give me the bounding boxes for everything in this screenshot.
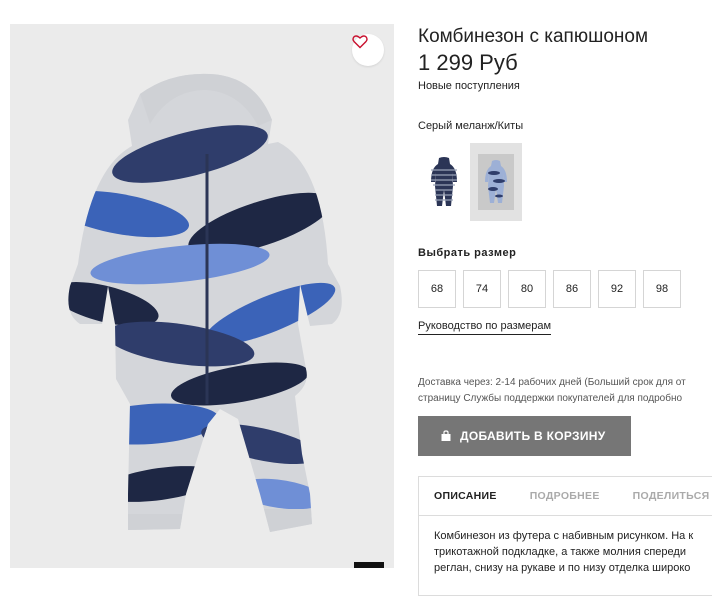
size-option-80[interactable]: 80 xyxy=(508,270,546,308)
description-line: Комбинезон из футера с набивным рисунком… xyxy=(434,530,694,542)
swatch-whale-print[interactable] xyxy=(470,143,522,221)
size-selector-label: Выбрать размер xyxy=(418,247,517,259)
delivery-line-2: страницу Службы поддержки покупателей дл… xyxy=(418,393,683,404)
product-description: Комбинезон из футера с набивным рисунком… xyxy=(434,528,693,576)
swatch-striped-navy[interactable] xyxy=(418,143,470,221)
size-option-98[interactable]: 98 xyxy=(643,270,681,308)
color-name: Серый меланж/Киты xyxy=(418,120,524,132)
add-to-cart-label: ДОБАВИТЬ В КОРЗИНУ xyxy=(460,429,606,443)
add-to-cart-button[interactable]: ДОБАВИТЬ В КОРЗИНУ xyxy=(418,416,631,456)
size-option-92[interactable]: 92 xyxy=(598,270,636,308)
size-option-68[interactable]: 68 xyxy=(418,270,456,308)
favorite-button[interactable] xyxy=(352,34,384,66)
tab-divider xyxy=(419,515,712,516)
delivery-info: Доставка через: 2-14 рабочих дней (Больш… xyxy=(418,375,712,407)
product-details-panel: ОПИСАНИЕ ПОДРОБНЕЕ ПОДЕЛИТЬСЯ Комбинезон… xyxy=(418,476,712,596)
color-swatches xyxy=(418,143,522,221)
size-options: 68 74 80 86 92 98 xyxy=(418,270,681,308)
detail-tabs: ОПИСАНИЕ ПОДРОБНЕЕ ПОДЕЛИТЬСЯ xyxy=(434,490,712,502)
shopping-bag-icon xyxy=(440,430,452,442)
whale-romper-thumb xyxy=(485,160,507,203)
romper-illustration xyxy=(68,73,342,532)
size-option-74[interactable]: 74 xyxy=(463,270,501,308)
product-price: 1 299 Руб xyxy=(418,50,518,75)
tab-details[interactable]: ПОДРОБНЕЕ xyxy=(530,490,600,502)
product-title: Комбинезон с капюшоном xyxy=(418,26,649,47)
size-option-86[interactable]: 86 xyxy=(553,270,591,308)
image-corner-chip xyxy=(354,562,384,568)
delivery-line-1: Доставка через: 2-14 рабочих дней (Больш… xyxy=(418,377,686,388)
new-arrivals-link[interactable]: Новые поступления xyxy=(418,80,520,92)
tab-share[interactable]: ПОДЕЛИТЬСЯ xyxy=(633,490,710,502)
size-guide-link[interactable]: Руководство по размерам xyxy=(418,320,552,335)
description-line: реглан, снизу на рукаве и по низу отделк… xyxy=(434,562,691,574)
product-image[interactable] xyxy=(10,24,394,568)
striped-romper-thumb xyxy=(431,157,457,206)
description-line: трикотажной подкладке, а также молния сп… xyxy=(434,546,686,558)
tab-description[interactable]: ОПИСАНИЕ xyxy=(434,490,497,502)
